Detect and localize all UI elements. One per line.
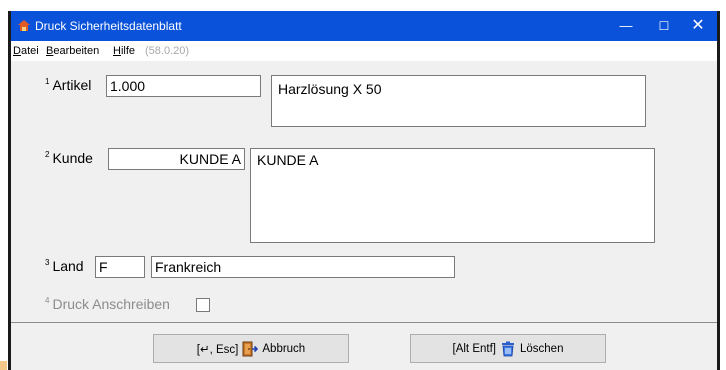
app-icon [18,20,30,31]
kunde-number: 2 [45,150,50,159]
menu-hilfe-label: ilfe [120,45,136,57]
kunde-label: 2 Kunde [45,150,93,166]
druck-anschreiben-label: 4 Druck Anschreiben [45,296,170,312]
druck-anschreiben-number: 4 [45,296,50,305]
menu-bar: Datei Bearbeiten Hilfe (58.0.20) [11,41,717,61]
menu-hilfe[interactable]: Hilfe [113,45,135,57]
corner-marker [0,361,7,370]
abbruch-shortcut: [↵, Esc] [196,343,239,356]
menu-bearbeiten[interactable]: Bearbeiten [46,45,99,57]
version-label: (58.0.20) [145,45,190,57]
separator-line [11,322,717,323]
land-name-field[interactable]: Frankreich [151,256,455,278]
loeschen-button[interactable]: [Alt Entf] Löschen [410,334,606,363]
kunde-description-field[interactable]: KUNDE A [250,148,655,243]
land-code-field[interactable]: F [95,256,145,278]
maximize-button[interactable]: ☐ [645,11,683,41]
window-title: Druck Sicherheitsdatenblatt [35,19,182,33]
druck-anschreiben-checkbox[interactable] [196,298,210,312]
artikel-label: 1 Artikel [45,77,91,93]
menu-datei[interactable]: Datei [13,45,39,57]
land-label-text: Land [52,258,84,274]
form-area: 1 Artikel 1.000 Harzlösung X 50 2 Kunde KU… [11,61,717,370]
abbruch-button[interactable]: [↵, Esc] Abbruch [153,334,349,363]
menu-bearbeiten-label: earbeiten [53,45,100,57]
land-label: 3 Land [45,258,84,274]
artikel-label-text: Artikel [52,77,92,93]
title-bar[interactable]: Druck Sicherheitsdatenblatt — ☐ ✕ [11,11,717,41]
menu-datei-mnemonic: D [13,45,21,57]
kunde-code-field[interactable]: KUNDE A [108,148,245,170]
land-number: 3 [45,258,50,267]
close-button[interactable]: ✕ [679,11,717,41]
artikel-code-field[interactable]: 1.000 [106,75,261,97]
menu-hilfe-mnemonic: H [113,45,121,57]
artikel-description-field[interactable]: Harzlösung X 50 [271,75,646,127]
loeschen-label: Löschen [519,342,564,355]
druck-anschreiben-label-text: Druck Anschreiben [52,296,170,312]
artikel-number: 1 [45,77,50,86]
trash-can-icon [501,341,514,356]
menu-datei-label: atei [20,45,39,57]
application-window: Druck Sicherheitsdatenblatt — ☐ ✕ Datei … [8,11,720,370]
kunde-label-text: Kunde [52,150,93,166]
loeschen-shortcut: [Alt Entf] [452,342,496,355]
minimize-button[interactable]: — [607,11,645,41]
exit-door-icon [242,341,259,356]
abbruch-label: Abbruch [262,342,306,355]
